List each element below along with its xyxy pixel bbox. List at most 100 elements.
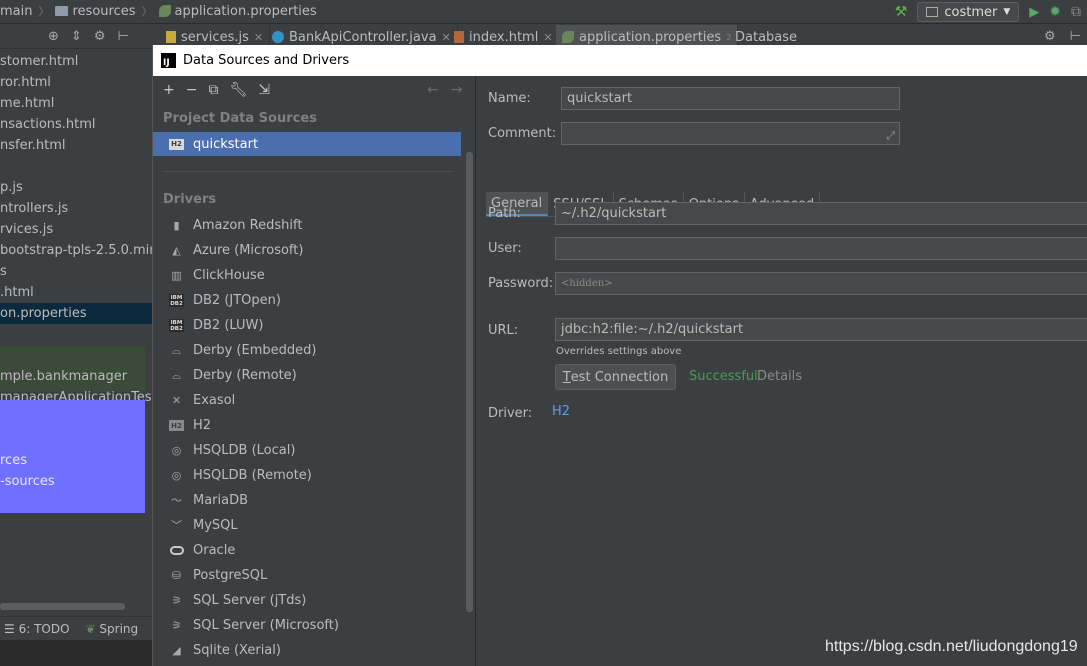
driver-item[interactable]: ⌓ Derby (Embedded)	[169, 338, 316, 363]
driver-item[interactable]: ◎ HSQLDB (Remote)	[169, 463, 312, 488]
driver-item[interactable]: ⚞ SQL Server (Microsoft)	[169, 613, 339, 638]
tree-item[interactable]: mple.bankmanager	[0, 366, 127, 387]
url-field[interactable]: jdbc:h2:file:~/.h2/quickstart	[555, 318, 1087, 341]
hsqldb-icon: ◎	[171, 444, 182, 457]
driver-item[interactable]: ◭ Azure (Microsoft)	[169, 238, 303, 263]
driver-item[interactable]: Oracle	[169, 538, 235, 563]
driver-item[interactable]: ▥ ClickHouse	[169, 263, 264, 288]
back-arrow-icon[interactable]: ←	[427, 82, 439, 98]
chevron-right-icon: 〉	[141, 5, 153, 18]
gear-icon[interactable]: ⚙	[1044, 29, 1056, 44]
driver-item[interactable]: ⛁ PostgreSQL	[169, 563, 267, 588]
test-connection-button[interactable]: Test Connection	[555, 364, 676, 390]
tree-item[interactable]: me.html	[0, 93, 54, 114]
driver-item[interactable]: ✕ Exasol	[169, 388, 235, 413]
forward-arrow-icon[interactable]: →	[451, 82, 463, 98]
list-scrollbar[interactable]	[466, 152, 473, 612]
comment-field[interactable]: ⤢	[561, 122, 900, 145]
todo-tool-button[interactable]: ☰ 6: TODO	[4, 622, 70, 636]
remove-icon[interactable]: −	[186, 82, 198, 98]
oracle-icon	[169, 543, 184, 558]
status-bar	[0, 640, 152, 666]
tab-label: index.html	[469, 29, 539, 45]
history-nav: ← →	[427, 82, 462, 98]
wrench-icon[interactable]: 🔧︎	[229, 82, 247, 98]
duplicate-icon[interactable]: ⧉	[208, 82, 218, 98]
tree-item[interactable]: ntrollers.js	[0, 198, 68, 219]
close-icon[interactable]: ✕	[543, 31, 552, 44]
hide-icon[interactable]: ⊢	[1070, 29, 1081, 44]
properties-file-icon	[158, 5, 171, 17]
html-file-icon	[454, 31, 464, 43]
tree-item[interactable]: nsfer.html	[0, 135, 65, 156]
driver-item[interactable]: IBM DB2 DB2 (LUW)	[169, 313, 263, 338]
gear-icon[interactable]: ⚙	[94, 29, 106, 44]
driver-label: Derby (Embedded)	[193, 343, 317, 358]
breadcrumb-item-resources[interactable]: resources	[72, 4, 135, 19]
java-class-icon	[272, 31, 284, 43]
driver-item[interactable]: IBM DB2 DB2 (JTOpen)	[169, 288, 281, 313]
breadcrumb-item-file[interactable]: application.properties	[175, 4, 317, 19]
horizontal-scrollbar[interactable]	[0, 603, 125, 610]
details-link[interactable]: Details	[757, 369, 802, 384]
breadcrumb-item-main[interactable]: main	[0, 4, 32, 19]
tree-item[interactable]: rvices.js	[0, 219, 53, 240]
list-toolbar: + − ⧉ 🔧︎ ⇲	[163, 82, 270, 98]
tree-item[interactable]: rces	[0, 450, 27, 471]
driver-label: MariaDB	[193, 493, 249, 508]
tree-item[interactable]: s	[0, 261, 7, 282]
azure-icon: ◭	[172, 244, 181, 257]
tree-item[interactable]: .html	[0, 282, 34, 303]
tab-label: services.js	[181, 29, 249, 45]
user-field[interactable]	[555, 237, 1087, 260]
tree-item[interactable]: stomer.html	[0, 51, 78, 72]
navigation-bar: main 〉 resources 〉 application.propertie…	[0, 0, 1087, 24]
expand-icon[interactable]: ⤢	[886, 125, 895, 144]
folder-icon	[55, 6, 69, 16]
driver-item[interactable]: 〜 MariaDB	[169, 488, 248, 513]
debug-bug-icon[interactable]: ✹	[1049, 4, 1061, 20]
build-hammer-icon[interactable]: ⚒	[895, 4, 908, 20]
run-icon[interactable]: ▶	[1029, 5, 1039, 20]
password-field[interactable]: <hidden>	[555, 272, 1087, 295]
driver-label: Derby (Remote)	[193, 368, 297, 383]
redshift-icon: ▮	[173, 219, 180, 232]
driver-label: DB2 (JTOpen)	[193, 293, 281, 308]
import-icon[interactable]: ⇲	[258, 82, 270, 98]
button-label: est Connection	[570, 369, 669, 385]
driver-item[interactable]: ⌓ Derby (Remote)	[169, 363, 297, 388]
driver-item[interactable]: ﹀ MySQL	[169, 513, 238, 538]
add-icon[interactable]: +	[163, 82, 175, 98]
driver-link[interactable]: H2	[552, 404, 570, 419]
data-source-item-quickstart[interactable]: H2 quickstart	[153, 132, 461, 156]
spring-tool-button[interactable]: ❦ Spring	[86, 622, 139, 636]
tree-item[interactable]: -sources	[0, 471, 55, 492]
chevron-right-icon: 〉	[38, 5, 50, 18]
driver-item[interactable]: ⚞ SQL Server (jTds)	[169, 588, 307, 613]
attach-icon[interactable]: ⧉	[1071, 4, 1081, 20]
path-field[interactable]: ~/.h2/quickstart	[555, 202, 1087, 225]
run-configuration-dropdown[interactable]: costmer ▼	[917, 2, 1020, 22]
dialog-title-bar: IJ Data Sources and Drivers	[153, 45, 1087, 76]
tree-item[interactable]: p.js	[0, 177, 23, 198]
tree-item[interactable]: nsactions.html	[0, 114, 96, 135]
driver-item[interactable]: ▮ Amazon Redshift	[169, 213, 302, 238]
driver-item[interactable]: H2 H2	[169, 413, 211, 438]
tree-item[interactable]: bootstrap-tpls-2.5.0.min.js	[0, 240, 152, 261]
breadcrumb: main 〉 resources 〉 application.propertie…	[0, 3, 317, 19]
driver-item[interactable]: ◎ HSQLDB (Local)	[169, 438, 296, 463]
driver-item[interactable]: ◢ Sqlite (Xerial)	[169, 638, 281, 663]
data-source-form: Name: quickstart Comment: ⤢ General SSH/…	[476, 76, 1087, 666]
name-field[interactable]: quickstart	[561, 87, 900, 110]
driver-label: SQL Server (jTds)	[193, 593, 307, 608]
close-icon[interactable]: ✕	[254, 31, 263, 44]
tree-item-selected[interactable]: on.properties	[0, 303, 152, 324]
tree-item[interactable]: ror.html	[0, 72, 51, 93]
driver-label: Azure (Microsoft)	[193, 243, 304, 258]
hide-icon[interactable]: ⊢	[117, 29, 128, 44]
driver-label: HSQLDB (Remote)	[193, 468, 312, 483]
locate-icon[interactable]: ⊕	[48, 29, 59, 44]
project-toolbar: ⊕ ⇕ ⚙ ⊢	[48, 29, 129, 44]
collapse-icon[interactable]: ⇕	[71, 29, 82, 44]
mnemonic: T	[562, 369, 571, 385]
